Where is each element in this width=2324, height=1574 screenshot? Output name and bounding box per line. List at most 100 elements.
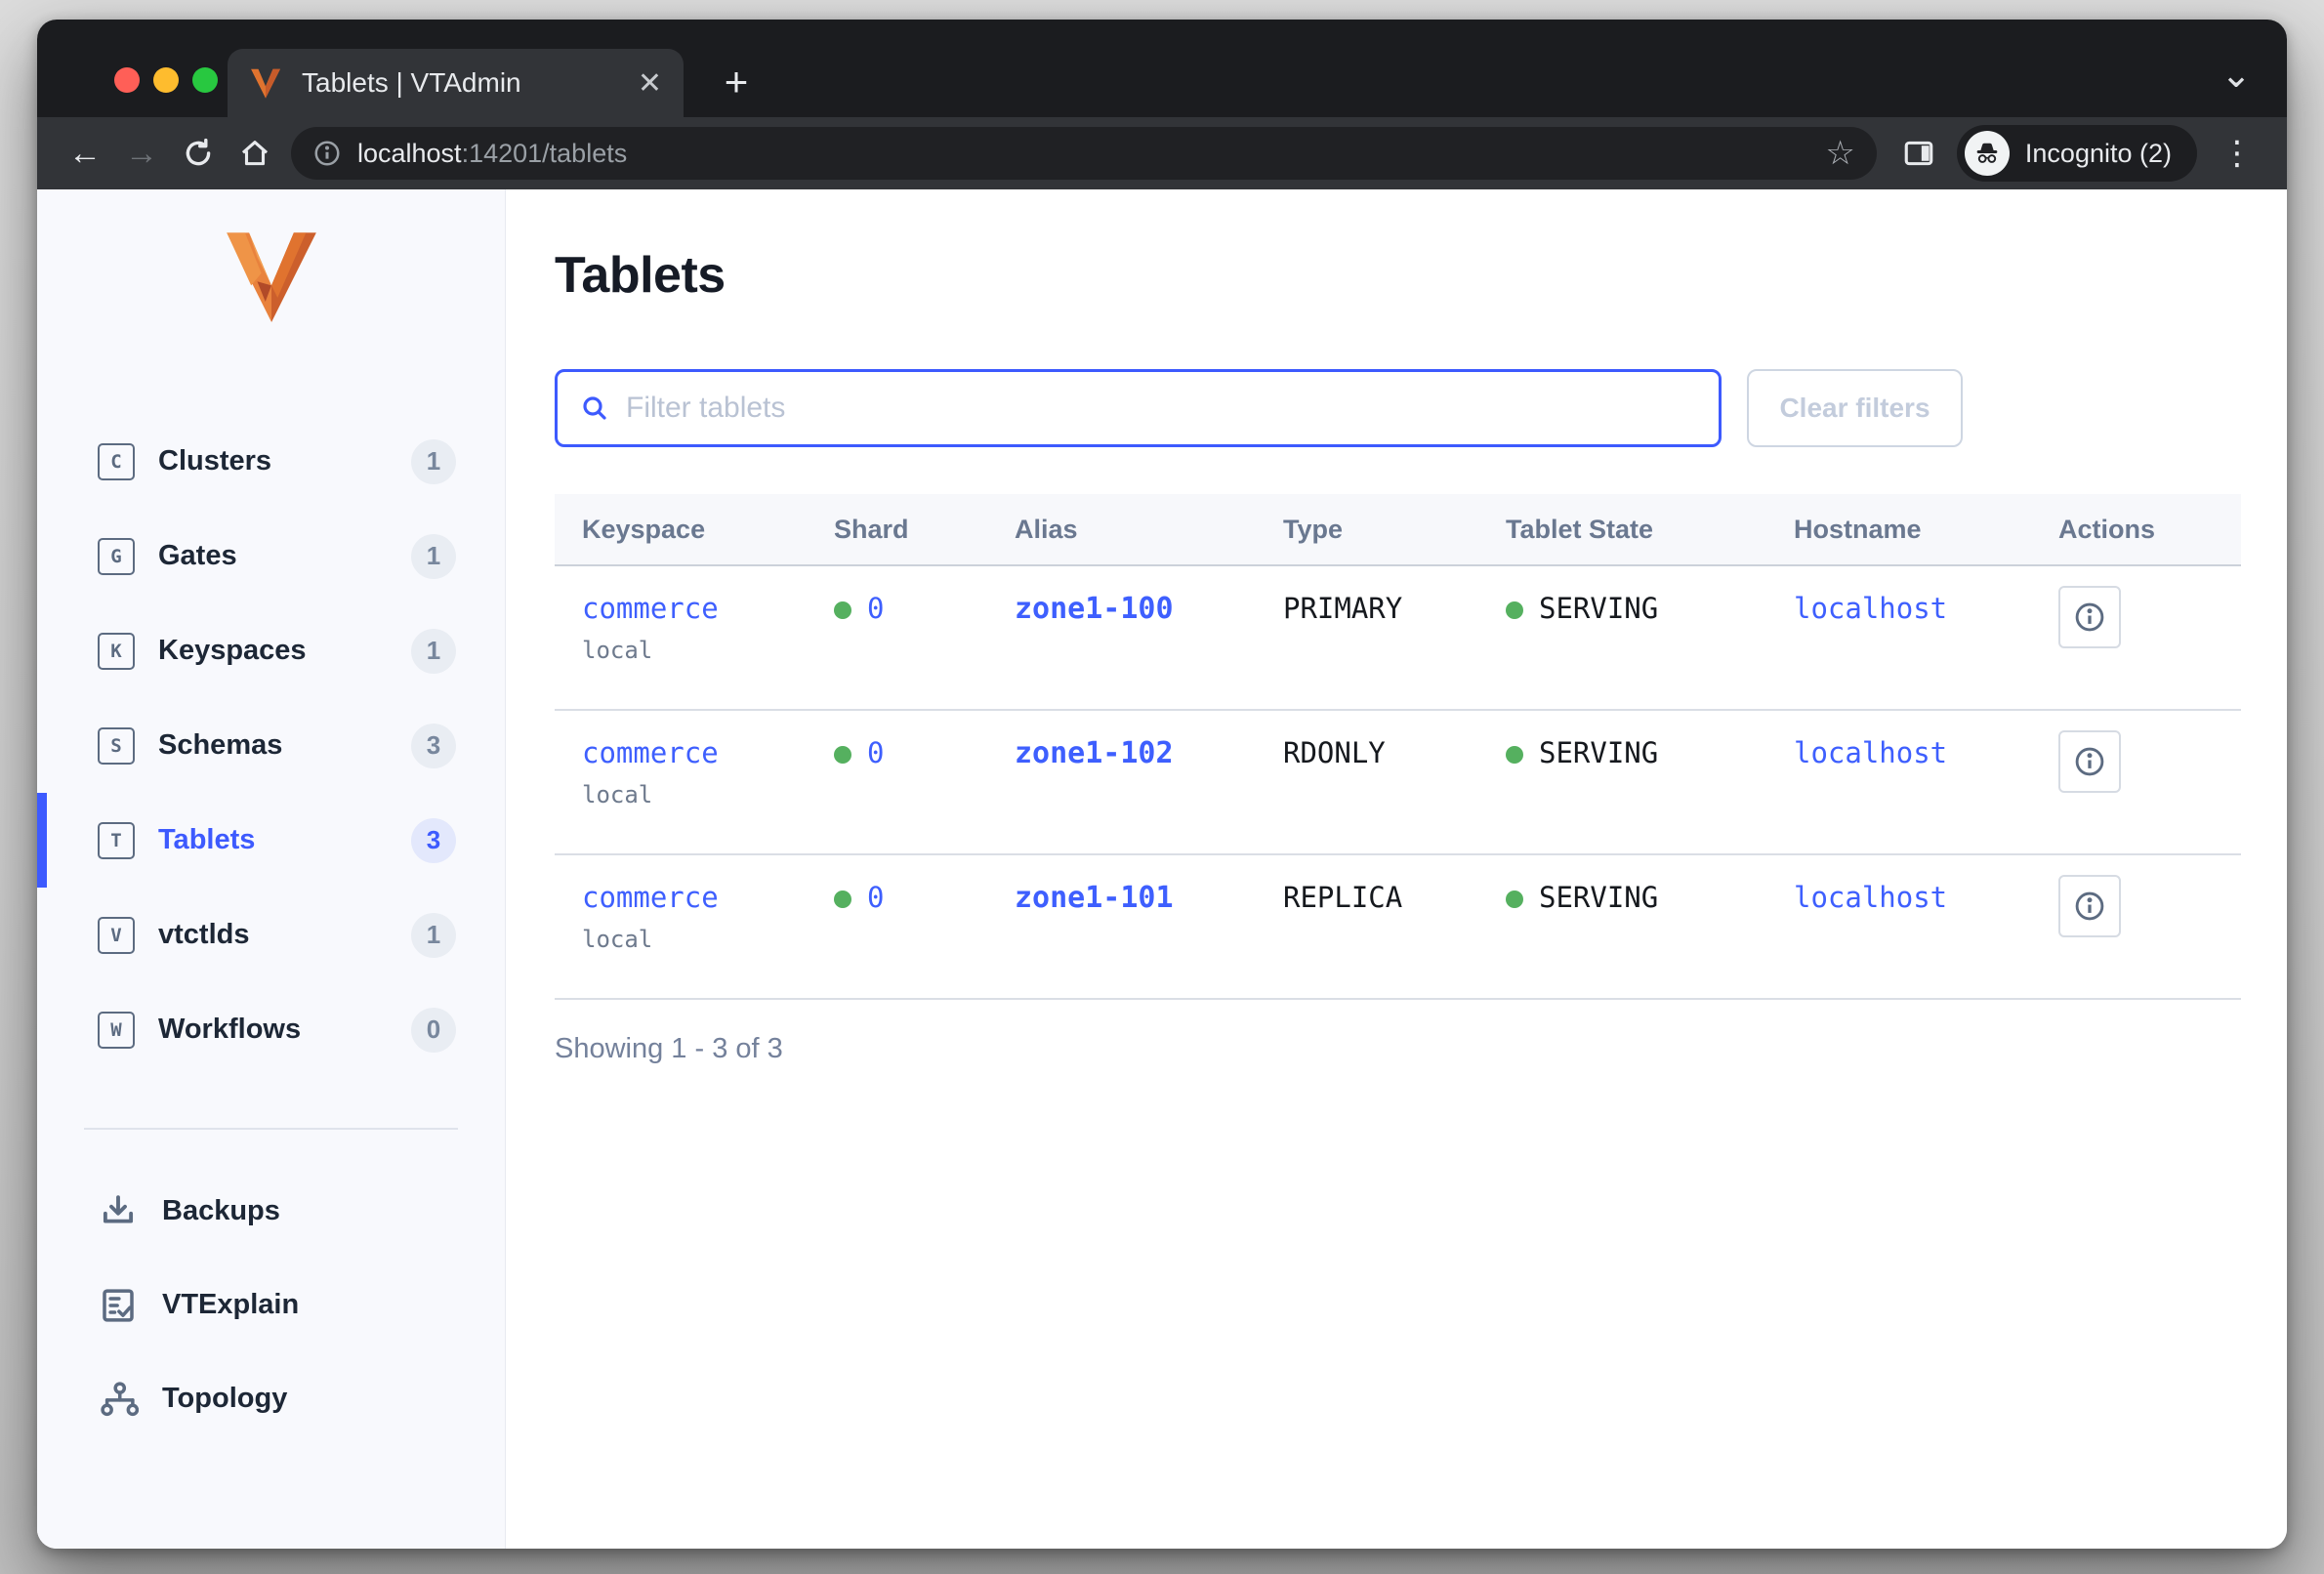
vtctlds-icon: V xyxy=(98,917,135,954)
count-badge: 1 xyxy=(411,534,456,579)
shard-link[interactable]: 0 xyxy=(867,736,884,769)
count-badge: 3 xyxy=(411,724,456,768)
keyspace-link[interactable]: commerce xyxy=(582,736,719,769)
shard-link[interactable]: 0 xyxy=(867,881,884,914)
forward-icon[interactable]: → xyxy=(113,125,170,182)
alias-link[interactable]: zone1-102 xyxy=(1015,736,1174,770)
sidebar-item-tablets[interactable]: T Tablets 3 xyxy=(37,793,505,888)
sidebar-item-label: Gates xyxy=(158,540,411,572)
sidebar-nav: C Clusters 1 G Gates 1 K Keyspaces 1 S S… xyxy=(37,414,505,1077)
reload-icon[interactable] xyxy=(170,125,227,182)
table-header-row: Keyspace Shard Alias Type Tablet State H… xyxy=(555,494,2241,566)
hostname-link[interactable]: localhost xyxy=(1794,592,1947,625)
table-row: commerce local 0 zone1-102 RDONLY SERVIN… xyxy=(555,711,2241,855)
sidebar-item-topology[interactable]: Topology xyxy=(37,1352,505,1446)
bookmark-star-icon[interactable]: ☆ xyxy=(1819,134,1860,173)
incognito-icon xyxy=(1965,131,2010,176)
home-icon[interactable] xyxy=(227,125,283,182)
info-icon xyxy=(2072,744,2107,779)
keyspaces-icon: K xyxy=(98,633,135,670)
sidebar-item-label: Workflows xyxy=(158,1014,411,1046)
sidebar-item-backups[interactable]: Backups xyxy=(37,1165,505,1259)
column-header-alias: Alias xyxy=(987,494,1256,564)
sidebar-item-workflows[interactable]: W Workflows 0 xyxy=(37,982,505,1077)
tablet-state: SERVING xyxy=(1539,881,1658,914)
search-icon xyxy=(579,393,610,424)
sidebar-item-gates[interactable]: G Gates 1 xyxy=(37,509,505,603)
sidebar-item-label: Tablets xyxy=(158,824,411,856)
column-header-shard: Shard xyxy=(807,494,987,564)
count-badge: 1 xyxy=(411,439,456,484)
schemas-icon: S xyxy=(98,727,135,765)
clusters-icon: C xyxy=(98,443,135,480)
state-status-dot xyxy=(1506,746,1523,764)
clear-filters-button[interactable]: Clear filters xyxy=(1747,369,1963,447)
sidebar-item-keyspaces[interactable]: K Keyspaces 1 xyxy=(37,603,505,698)
count-badge: 0 xyxy=(411,1008,456,1053)
document-check-icon xyxy=(98,1285,139,1326)
hostname-link[interactable]: localhost xyxy=(1794,736,1947,769)
count-badge: 1 xyxy=(411,913,456,958)
table-row: commerce local 0 zone1-100 PRIMARY SERVI… xyxy=(555,566,2241,711)
tab-close-icon[interactable]: ✕ xyxy=(638,66,662,101)
row-actions-button[interactable] xyxy=(2058,875,2121,937)
vitess-favicon-icon xyxy=(249,66,282,100)
url-host: localhost xyxy=(357,139,462,168)
state-status-dot xyxy=(1506,601,1523,619)
column-header-tablet-state: Tablet State xyxy=(1478,494,1766,564)
download-icon xyxy=(98,1191,139,1232)
side-panel-icon[interactable] xyxy=(1890,125,1947,182)
shard-link[interactable]: 0 xyxy=(867,592,884,625)
main-content: Tablets Clear filters Keyspace Shard Ali… xyxy=(506,189,2287,1549)
keyspace-link[interactable]: commerce xyxy=(582,592,719,625)
new-tab-button[interactable]: + xyxy=(711,59,762,109)
tablet-type: REPLICA xyxy=(1283,881,1402,914)
cluster-label: local xyxy=(582,781,807,808)
alias-link[interactable]: zone1-101 xyxy=(1015,881,1174,915)
browser-tab[interactable]: Tablets | VTAdmin ✕ xyxy=(228,49,684,117)
sidebar-secondary-nav: Backups VTExplain xyxy=(37,1165,505,1446)
minimize-window-button[interactable] xyxy=(153,67,179,93)
cluster-label: local xyxy=(582,637,807,664)
sidebar-item-schemas[interactable]: S Schemas 3 xyxy=(37,698,505,793)
shard-status-dot xyxy=(834,601,851,619)
incognito-badge[interactable]: Incognito (2) xyxy=(1957,125,2197,182)
sidebar-item-clusters[interactable]: C Clusters 1 xyxy=(37,414,505,509)
browser-menu-icon[interactable]: ⋮ xyxy=(2207,134,2267,173)
back-icon[interactable]: ← xyxy=(57,125,113,182)
url-text: localhost:14201/tablets xyxy=(357,139,1819,169)
sidebar-item-vtctlds[interactable]: V vtctlds 1 xyxy=(37,888,505,982)
tablet-type: RDONLY xyxy=(1283,736,1386,769)
close-window-button[interactable] xyxy=(114,67,140,93)
filter-row: Clear filters xyxy=(555,369,2242,447)
info-icon xyxy=(2072,889,2107,924)
shard-status-dot xyxy=(834,891,851,908)
sidebar-item-label: VTExplain xyxy=(162,1289,456,1321)
url-bar[interactable]: localhost:14201/tablets ☆ xyxy=(291,127,1877,180)
count-badge: 3 xyxy=(411,818,456,863)
workflows-icon: W xyxy=(98,1012,135,1049)
table-row: commerce local 0 zone1-101 REPLICA SERVI… xyxy=(555,855,2241,1000)
alias-link[interactable]: zone1-100 xyxy=(1015,592,1174,626)
sidebar-item-label: Schemas xyxy=(158,729,411,762)
row-actions-button[interactable] xyxy=(2058,586,2121,648)
column-header-keyspace: Keyspace xyxy=(555,494,807,564)
vitess-logo xyxy=(220,225,323,326)
keyspace-link[interactable]: commerce xyxy=(582,881,719,914)
window-controls xyxy=(114,67,218,93)
sidebar-item-label: Backups xyxy=(162,1195,456,1227)
row-actions-button[interactable] xyxy=(2058,730,2121,793)
sidebar-item-label: Topology xyxy=(162,1383,456,1415)
tablet-state: SERVING xyxy=(1539,736,1658,769)
maximize-window-button[interactable] xyxy=(192,67,218,93)
sidebar: C Clusters 1 G Gates 1 K Keyspaces 1 S S… xyxy=(37,189,506,1549)
tablets-table: Keyspace Shard Alias Type Tablet State H… xyxy=(555,494,2241,1000)
tablets-icon: T xyxy=(98,822,135,859)
tab-search-chevron-icon[interactable]: ⌄ xyxy=(2220,53,2252,97)
sidebar-item-vtexplain[interactable]: VTExplain xyxy=(37,1259,505,1352)
topology-tree-icon xyxy=(98,1379,139,1420)
filter-tablets-input[interactable] xyxy=(626,392,1697,425)
shard-status-dot xyxy=(834,746,851,764)
hostname-link[interactable]: localhost xyxy=(1794,881,1947,914)
page-info-icon[interactable] xyxy=(312,139,342,168)
